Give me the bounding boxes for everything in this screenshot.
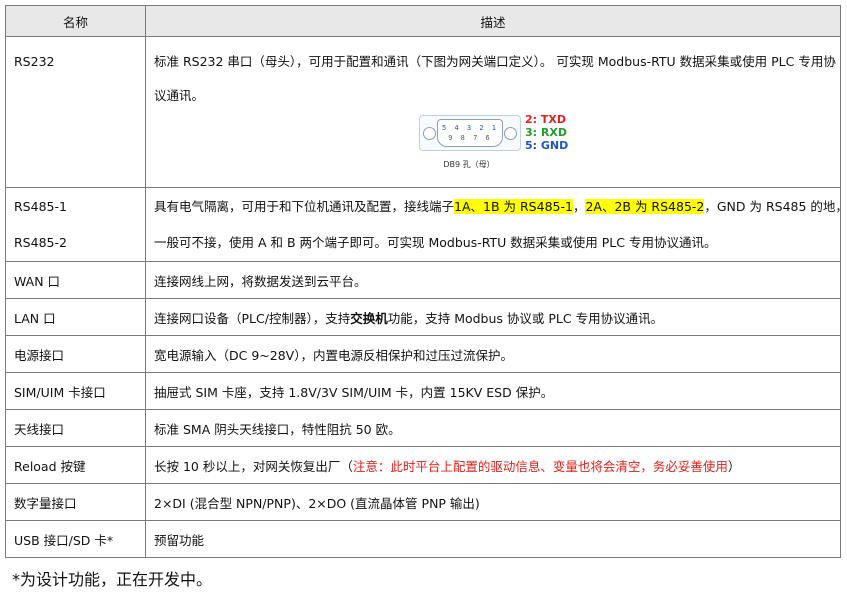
row-name-rs232: RS232 [5, 36, 146, 188]
row-desc-lan: 连接网口设备（PLC/控制器），支持交换机功能，支持 Modbus 协议或 PL… [145, 298, 841, 336]
row-name-reload: Reload 按键 [5, 446, 146, 484]
switch-bold-text: 交换机 [350, 310, 388, 326]
row-desc-wan: 连接网线上网，将数据发送到云平台。 [145, 261, 841, 299]
row-desc-rs485: 具有电气隔离，可用于和下位机通讯及配置，接线端子1A、1B 为 RS485-1，… [145, 187, 841, 262]
row-desc-antenna: 标准 SMA 阴头天线接口，特性阻抗 50 欧。 [145, 409, 841, 447]
pin-label-rxd: 3: RXD [525, 126, 567, 139]
table-row-rs485: RS485-1 RS485-2 具有电气隔离，可用于和下位机通讯及配置，接线端子… [5, 187, 841, 262]
table-row-power: 电源接口 宽电源输入（DC 9~28V），内置电源反相保护和过压过流保护。 [5, 335, 841, 373]
row-name-antenna: 天线接口 [5, 409, 146, 447]
db9-pinout-diagram: 5 4 3 2 1 9 8 7 6 2: TXD 3: RXD 5: GND D… [419, 111, 579, 175]
table-row-antenna: 天线接口 标准 SMA 阴头天线接口，特性阻抗 50 欧。 [5, 409, 841, 447]
mount-hole-right [504, 127, 517, 140]
row-name-usb: USB 接口/SD 卡* [5, 520, 146, 558]
db9-connector-face: 5 4 3 2 1 9 8 7 6 [437, 119, 503, 147]
row-name-power: 电源接口 [5, 335, 146, 373]
table-row-wan: WAN 口 连接网线上网，将数据发送到云平台。 [5, 261, 841, 299]
rs485-desc-line-1: 具有电气隔离，可用于和下位机通讯及配置，接线端子1A、1B 为 RS485-1，… [154, 198, 841, 214]
table-row-usb: USB 接口/SD 卡* 预留功能 [5, 520, 841, 558]
rs485-desc-line-2: 一般可不接，使用 A 和 B 两个端子即可。可实现 Modbus-RTU 数据采… [154, 234, 717, 250]
row-name-rs485: RS485-1 RS485-2 [5, 187, 146, 262]
row-desc-sim: 抽屉式 SIM 卡座，支持 1.8V/3V SIM/UIM 卡，内置 15KV … [145, 372, 841, 410]
mount-hole-left [423, 127, 436, 140]
db9-connector-shell: 5 4 3 2 1 9 8 7 6 [419, 115, 521, 151]
row-name-wan: WAN 口 [5, 261, 146, 299]
pin-label-gnd: 5: GND [525, 139, 569, 152]
db9-caption: DB9 孔（母） [443, 160, 495, 169]
row-desc-usb: 预留功能 [145, 520, 841, 558]
rs232-desc-line-1: 标准 RS232 串口（母头），可用于配置和通讯（下图为网关端口定义）。 可实现… [154, 54, 836, 69]
rs232-desc-line-2: 议通讯。 [154, 88, 205, 103]
row-desc-rs232: 标准 RS232 串口（母头），可用于配置和通讯（下图为网关端口定义）。 可实现… [145, 36, 841, 188]
pin-label-txd: 2: TXD [525, 113, 566, 126]
reload-warning-text: 注意：此时平台上配置的驱动信息、变量也将会清空，务必妥善使用 [352, 458, 728, 474]
highlight-rs485-2: 2A、2B 为 RS485-2 [585, 198, 705, 214]
row-desc-digital: 2×DI (混合型 NPN/PNP)、2×DO (直流晶体管 PNP 输出) [145, 483, 841, 521]
table-row-digital: 数字量接口 2×DI (混合型 NPN/PNP)、2×DO (直流晶体管 PNP… [5, 483, 841, 521]
row-name-lan: LAN 口 [5, 298, 146, 336]
header-name: 名称 [5, 5, 146, 37]
row-desc-power: 宽电源输入（DC 9~28V），内置电源反相保护和过压过流保护。 [145, 335, 841, 373]
footnote: *为设计功能，正在开发中。 [12, 570, 213, 589]
table-row-sim: SIM/UIM 卡接口 抽屉式 SIM 卡座，支持 1.8V/3V SIM/UI… [5, 372, 841, 410]
table-row-rs232: RS232 标准 RS232 串口（母头），可用于配置和通讯（下图为网关端口定义… [5, 36, 841, 188]
highlight-rs485-1: 1A、1B 为 RS485-1 [454, 198, 573, 214]
db9-pin-labels: 2: TXD 3: RXD 5: GND [525, 113, 568, 152]
row-name-sim: SIM/UIM 卡接口 [5, 372, 146, 410]
db9-pins-bottom-row: 9 8 7 6 [448, 134, 492, 142]
header-desc: 描述 [145, 5, 841, 37]
row-name-digital: 数字量接口 [5, 483, 146, 521]
table-row-reload: Reload 按键 长按 10 秒以上，对网关恢复出厂（注意：此时平台上配置的驱… [5, 446, 841, 484]
table-row-lan: LAN 口 连接网口设备（PLC/控制器），支持交换机功能，支持 Modbus … [5, 298, 841, 336]
table-header-row: 名称 描述 [5, 5, 841, 37]
interface-spec-table: 名称 描述 RS232 标准 RS232 串口（母头），可用于配置和通讯（下图为… [5, 5, 841, 558]
row-desc-reload: 长按 10 秒以上，对网关恢复出厂（注意：此时平台上配置的驱动信息、变量也将会清… [145, 446, 841, 484]
db9-pins-top-row: 5 4 3 2 1 [442, 124, 498, 132]
